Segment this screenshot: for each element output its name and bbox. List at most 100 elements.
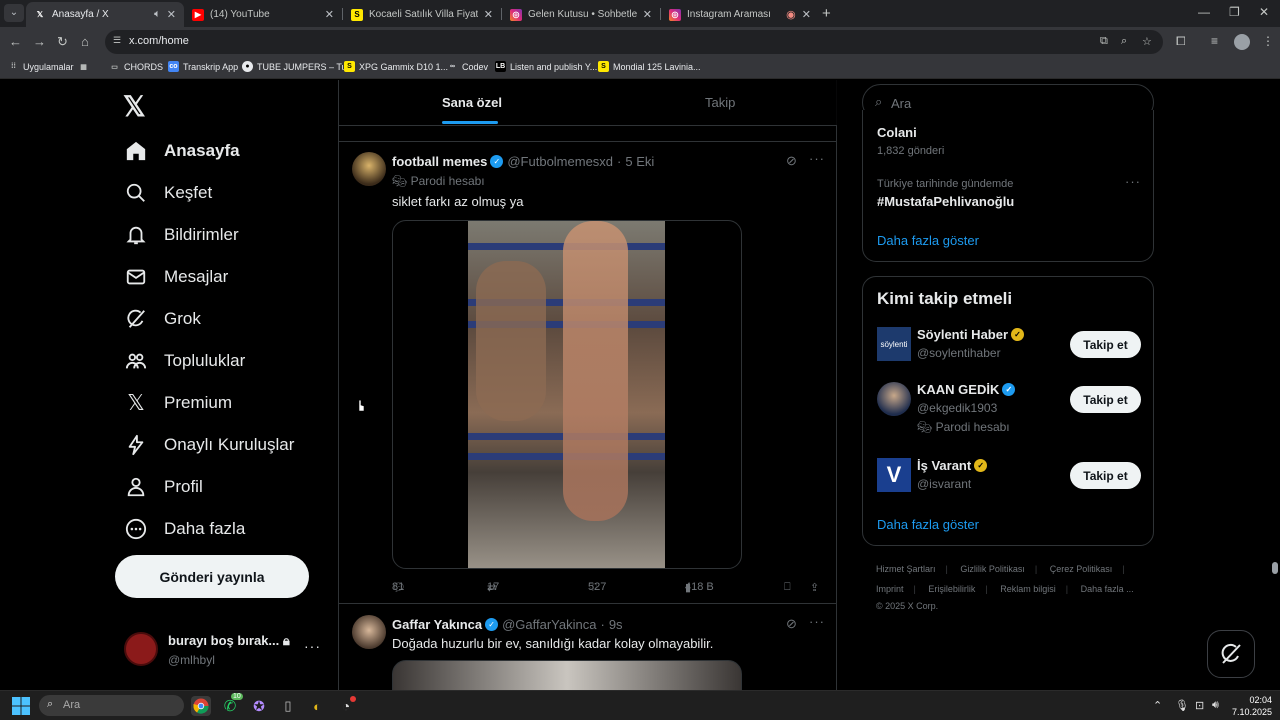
nav-notifications[interactable]: Bildirimler [124, 223, 239, 247]
reload-icon[interactable]: ↻ [57, 34, 68, 50]
follow-button[interactable]: Takip et [1070, 331, 1141, 358]
home-button-icon[interactable]: ⌂ [81, 34, 89, 49]
trend-item[interactable]: Colani [877, 125, 917, 140]
account-switcher[interactable]: burayı boş bırak... 🔒︎ @mlhbyl ··· [124, 630, 324, 670]
tab-close-icon[interactable]: ✕ [802, 8, 811, 21]
bookmark-apps[interactable]: ⁞⁞ Uygulamalar [8, 61, 73, 72]
grok-icon[interactable]: ⊘ [786, 616, 797, 632]
tray-chevron-icon[interactable]: ⌃ [1153, 699, 1162, 712]
nav-messages[interactable]: Mesajlar [124, 265, 228, 289]
zoom-icon[interactable]: ⌕ [1121, 35, 1127, 48]
trend-item[interactable]: #MustafaPehlivanoğlu [877, 194, 1014, 209]
address-bar[interactable]: ☰ x.com/home ⧉ ⌕ ☆ [105, 30, 1163, 54]
speaker-icon[interactable]: 🔈︎ [154, 8, 161, 21]
whatsapp-icon[interactable]: ✆ 10 [220, 693, 243, 716]
follow-suggestion[interactable]: KAAN GEDİK ✓ @ekgedik1903 🎭︎ Parodi hesab… [877, 382, 1143, 442]
bookmark-transkrip[interactable]: co Transkrip App [168, 61, 238, 72]
tab-x-home[interactable]: 𝕏 Anasayfa / X 🔈︎ ✕ [26, 2, 184, 27]
network-icon[interactable]: ⊡ [1195, 699, 1204, 712]
more-dots-icon[interactable]: ··· [809, 151, 825, 166]
tweet-video[interactable] [392, 220, 742, 569]
install-app-icon[interactable]: ⧉ [1100, 35, 1108, 48]
browser-menu-icon[interactable]: ⋮ [1262, 34, 1274, 48]
system-clock[interactable]: 02:04 7.10.2025 [1232, 694, 1272, 718]
tab-following[interactable]: Takip [705, 95, 735, 110]
bookmark-tube-jumpers[interactable]: ● TUBE JUMPERS – Tu... [242, 61, 354, 72]
new-tab-button[interactable]: + [822, 5, 831, 22]
microphone-icon[interactable]: 🎙︎ [1175, 699, 1189, 712]
tweet-image[interactable] [392, 660, 742, 690]
follow-suggestion[interactable]: V İş Varant ✓ @isvarant Takip et [877, 458, 1143, 498]
minimize-button[interactable]: — [1198, 5, 1210, 19]
app-icon[interactable]: ✪ [249, 696, 269, 716]
bookmark-xpg[interactable]: S XPG Gammix D10 1... [344, 61, 448, 72]
reply-button[interactable]: 💬︎ 81 [392, 581, 406, 594]
chrome-icon[interactable] [191, 696, 211, 716]
more-dots-icon[interactable]: ··· [1125, 174, 1141, 189]
tab-groups-icon[interactable]: ▦ [78, 61, 93, 72]
tab-sahibinden[interactable]: S Kocaeli Satılık Villa Fiyatları ve ✕ [343, 2, 501, 27]
nav-explore[interactable]: Keşfet [124, 181, 212, 205]
obs-icon[interactable]: ◔ [336, 696, 356, 716]
tab-youtube[interactable]: ▶ (14) YouTube ✕ [184, 2, 342, 27]
footer-link[interactable]: Erişilebilirlik [928, 584, 975, 594]
extensions-icon[interactable]: ⧠ [1176, 34, 1186, 49]
repost-button[interactable]: ⇄ 17 [487, 581, 499, 594]
taskbar-search[interactable]: ⌕ Ara [39, 695, 184, 716]
bookmark-listen[interactable]: LB Listen and publish Y... [495, 61, 597, 72]
tab-close-icon[interactable]: ✕ [325, 8, 334, 21]
more-dots-icon[interactable]: ··· [809, 614, 825, 629]
site-info-icon[interactable]: ☰ [113, 35, 127, 49]
tweet[interactable]: Gaffar Yakınca ✓ @GaffarYakinca · 9s Doğ… [339, 605, 837, 690]
like-button[interactable]: ♡ 527 [588, 581, 606, 594]
nav-communities[interactable]: Topluluklar [124, 349, 245, 373]
grok-icon[interactable]: ⊘ [786, 153, 797, 169]
footer-link[interactable]: Imprint [876, 584, 904, 594]
footer-link[interactable]: Gizlilik Politikası [960, 564, 1025, 574]
follow-button[interactable]: Takip et [1070, 462, 1141, 489]
follow-suggestion[interactable]: söylenti Söylenti Haber ✓ @soylentihaber … [877, 327, 1143, 367]
show-more-link[interactable]: Daha fazla göster [877, 517, 979, 532]
nav-profile[interactable]: Profil [124, 475, 203, 499]
grok-floating-button[interactable] [1207, 630, 1255, 678]
media-control-icon[interactable]: ≡ [1211, 34, 1218, 48]
usb-drive-icon[interactable]: ▯ [278, 696, 298, 716]
bookmark-mondial[interactable]: S Mondial 125 Lavinia... [598, 61, 701, 72]
nav-home[interactable]: Anasayfa [124, 139, 240, 163]
footer-link[interactable]: Daha fazla ... [1081, 584, 1134, 594]
restore-button[interactable]: ❐ [1229, 5, 1240, 19]
tweet[interactable]: football memes ✓ @Futbolmemesxd · 5 Eki … [339, 141, 837, 604]
more-dots-icon[interactable]: ··· [304, 638, 321, 654]
nav-verified-orgs[interactable]: Onaylı Kuruluşlar [124, 433, 294, 457]
footer-link[interactable]: Çerez Politikası [1050, 564, 1113, 574]
bookmark-star-icon[interactable]: ☆ [1142, 35, 1152, 48]
window-close-button[interactable]: ✕ [1259, 5, 1269, 19]
footer-link[interactable]: Hizmet Şartları [876, 564, 936, 574]
tab-close-icon[interactable]: ✕ [167, 8, 176, 21]
tab-instagram-inbox[interactable]: ◎ Gelen Kutusu • Sohbetler ✕ [502, 2, 660, 27]
show-more-link[interactable]: Daha fazla göster [877, 233, 979, 248]
page-scrollbar[interactable] [1272, 562, 1278, 574]
profile-avatar[interactable] [1234, 34, 1250, 50]
nav-more[interactable]: Daha fazla [124, 517, 245, 541]
tab-close-icon[interactable]: ✕ [643, 8, 652, 21]
tab-search-button[interactable]: ⌄ [4, 4, 24, 22]
volume-icon[interactable]: 🔊︎ [1212, 699, 1219, 712]
post-button[interactable]: Gönderi yayınla [115, 555, 309, 598]
x-logo-icon[interactable]: 𝕏 [123, 90, 146, 123]
nav-premium[interactable]: 𝕏 Premium [124, 390, 232, 415]
footer-link[interactable]: Reklam bilgisi [1000, 584, 1056, 594]
follow-button[interactable]: Takip et [1070, 386, 1141, 413]
tab-close-icon[interactable]: ✕ [484, 8, 493, 21]
nav-grok[interactable]: Grok [124, 307, 201, 331]
tab-instagram-search[interactable]: ◎ Instagram Araması ◉ ✕ [661, 2, 819, 27]
tab-for-you[interactable]: Sana özel [442, 95, 502, 110]
windows-start-icon[interactable] [12, 697, 30, 715]
avatar[interactable] [352, 615, 386, 649]
avatar[interactable] [352, 152, 386, 186]
back-arrow-icon[interactable]: ← [9, 34, 22, 49]
app-icon[interactable]: ◐ [307, 696, 327, 716]
bookmark-chords[interactable]: ▭ CHORDS [109, 61, 163, 72]
bookmark-codev[interactable]: ∞ Codev [447, 61, 488, 72]
forward-arrow-icon[interactable]: → [33, 34, 46, 49]
